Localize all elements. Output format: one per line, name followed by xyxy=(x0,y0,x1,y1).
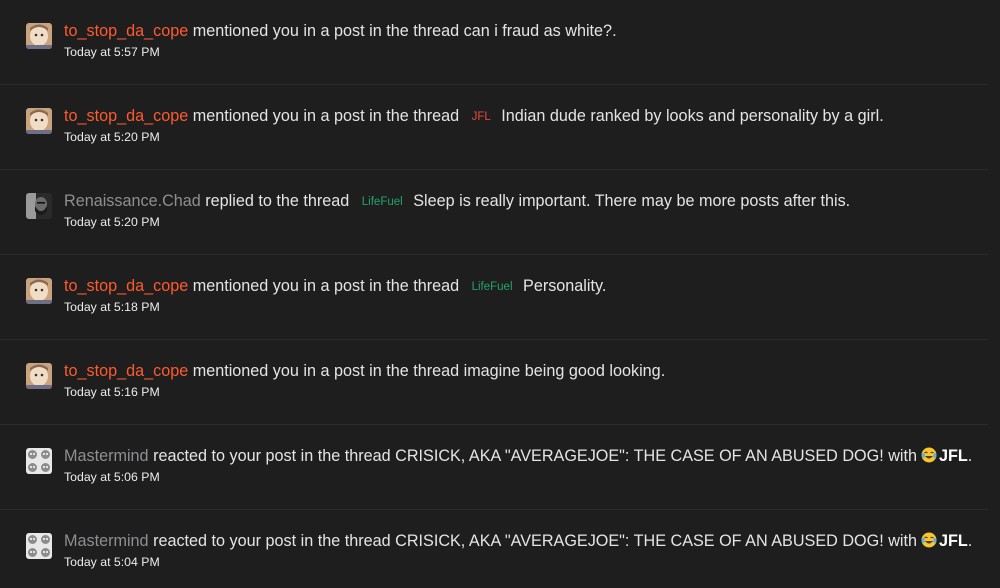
username-link[interactable]: to_stop_da_cope xyxy=(64,277,188,295)
alert-text: to_stop_da_cope mentioned you in a post … xyxy=(64,360,665,382)
alerts-list: to_stop_da_cope mentioned you in a post … xyxy=(0,0,1000,588)
username-link[interactable]: Mastermind xyxy=(64,447,149,465)
alert-with-text: with xyxy=(888,532,917,550)
username-link[interactable]: Mastermind xyxy=(64,532,149,550)
thread-title-link[interactable]: Personality. xyxy=(523,277,606,295)
alert-action: replied to the thread xyxy=(205,192,350,210)
username-link[interactable]: to_stop_da_cope xyxy=(64,107,188,125)
username-link[interactable]: to_stop_da_cope xyxy=(64,22,188,40)
alert-item[interactable]: Mastermind reacted to your post in the t… xyxy=(0,510,988,588)
thread-title-link[interactable]: Indian dude ranked by looks and personal… xyxy=(501,107,883,125)
thread-prefix-lifefuel[interactable]: LifeFuel xyxy=(472,281,513,293)
alert-item[interactable]: to_stop_da_cope mentioned you in a post … xyxy=(0,0,988,85)
alert-text: Mastermind reacted to your post in the t… xyxy=(64,530,972,552)
alert-text: Mastermind reacted to your post in the t… xyxy=(64,445,972,467)
username-link[interactable]: to_stop_da_cope xyxy=(64,362,188,380)
alert-timestamp: Today at 5:16 PM xyxy=(64,385,160,399)
skull-grid-avatar[interactable] xyxy=(26,448,52,474)
thread-title-link[interactable]: imagine being good looking. xyxy=(464,362,666,380)
thread-title-link[interactable]: Sleep is really important. There may be … xyxy=(413,192,850,210)
thread-prefix-lifefuel[interactable]: LifeFuel xyxy=(362,196,403,208)
cartoon-face-avatar[interactable] xyxy=(26,108,52,134)
username-link[interactable]: Renaissance.Chad xyxy=(64,192,201,210)
thread-title-link[interactable]: CRISICK, AKA "AVERAGEJOE": THE CASE OF A… xyxy=(395,447,884,465)
cartoon-face-avatar[interactable] xyxy=(26,23,52,49)
alert-text: to_stop_da_cope mentioned you in a post … xyxy=(64,275,606,298)
alert-action: reacted to your post in the thread xyxy=(153,447,391,465)
thread-title-link[interactable]: CRISICK, AKA "AVERAGEJOE": THE CASE OF A… xyxy=(395,532,884,550)
alert-item[interactable]: to_stop_da_cope mentioned you in a post … xyxy=(0,85,988,170)
crying-laughing-emoji-icon xyxy=(921,447,937,463)
alert-item[interactable]: to_stop_da_cope mentioned you in a post … xyxy=(0,255,988,340)
skull-grid-avatar[interactable] xyxy=(26,533,52,559)
alert-text: to_stop_da_cope mentioned you in a post … xyxy=(64,105,884,128)
alert-with-text: with xyxy=(888,447,917,465)
reaction-label: JFL xyxy=(939,532,968,550)
alert-action: mentioned you in a post in the thread xyxy=(192,107,460,125)
alert-action: mentioned you in a post in the thread xyxy=(192,362,460,380)
thread-prefix-jfl[interactable]: JFL xyxy=(472,111,491,123)
cartoon-face-avatar[interactable] xyxy=(26,363,52,389)
alert-item[interactable]: Mastermind reacted to your post in the t… xyxy=(0,425,988,510)
alert-timestamp: Today at 5:04 PM xyxy=(64,555,160,569)
bearded-man-avatar[interactable] xyxy=(26,193,52,219)
alert-timestamp: Today at 5:06 PM xyxy=(64,470,160,484)
alert-item[interactable]: to_stop_da_cope mentioned you in a post … xyxy=(0,340,988,425)
alert-period: . xyxy=(967,447,973,465)
cartoon-face-avatar[interactable] xyxy=(26,278,52,304)
alert-text: Renaissance.Chad replied to the thread L… xyxy=(64,190,850,213)
alert-action: reacted to your post in the thread xyxy=(153,532,391,550)
alert-item[interactable]: Renaissance.Chad replied to the thread L… xyxy=(0,170,988,255)
alert-timestamp: Today at 5:57 PM xyxy=(64,45,160,59)
alert-period: . xyxy=(967,532,973,550)
alert-text: to_stop_da_cope mentioned you in a post … xyxy=(64,20,617,42)
reaction-label: JFL xyxy=(939,447,968,465)
alert-action: mentioned you in a post in the thread xyxy=(192,277,460,295)
thread-title-link[interactable]: can i fraud as white?. xyxy=(464,22,617,40)
alert-timestamp: Today at 5:20 PM xyxy=(64,215,160,229)
alert-timestamp: Today at 5:18 PM xyxy=(64,300,160,314)
crying-laughing-emoji-icon xyxy=(921,532,937,548)
alert-timestamp: Today at 5:20 PM xyxy=(64,130,160,144)
alert-action: mentioned you in a post in the thread xyxy=(192,22,460,40)
